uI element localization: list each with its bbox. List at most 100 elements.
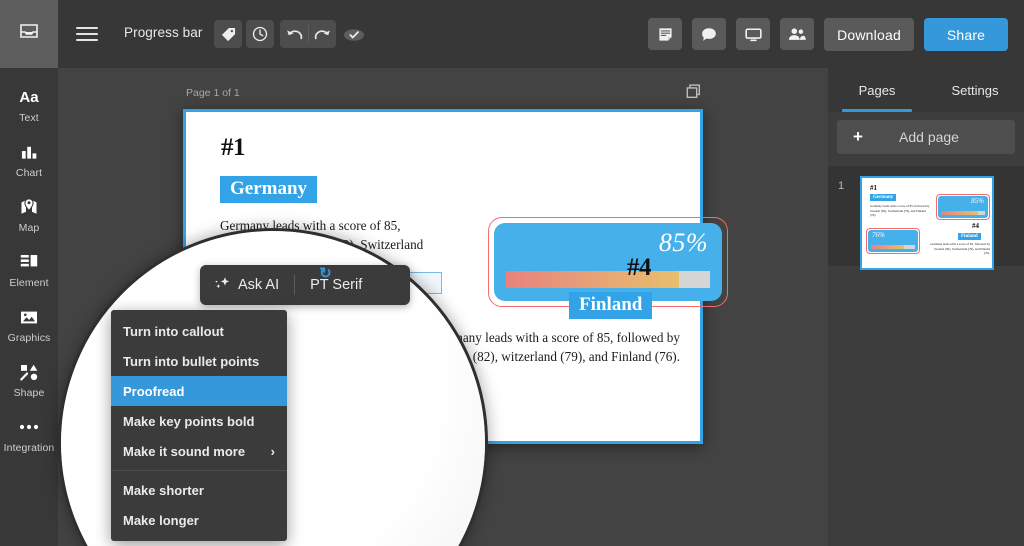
thumb-rank: #4: [972, 222, 979, 230]
collaborators-icon[interactable]: [780, 18, 814, 50]
menu-item-label: Make it sound more: [123, 443, 246, 459]
menu-item-make-longer[interactable]: Make longer: [111, 505, 287, 535]
tab-label: Pages: [858, 82, 896, 98]
left-sidebar: Aa Text Chart Map Element Graphics Shape…: [0, 68, 58, 546]
plus-icon: +: [853, 127, 863, 146]
thumb-paragraph: Germany leads with a score of 85, follow…: [870, 204, 930, 218]
ai-floating-toolbar: Ask AI ↻ PT Serif: [200, 265, 411, 305]
redo-icon[interactable]: [308, 20, 336, 48]
comment-icon[interactable]: [692, 18, 726, 50]
sidebar-item-label: Integration: [3, 441, 55, 454]
menu-item-make-it-sound-more[interactable]: Make it sound more ›: [111, 436, 287, 466]
duplicate-page-icon[interactable]: [686, 84, 701, 104]
font-family-label: PT Serif: [310, 277, 363, 293]
ask-ai-label: Ask AI: [238, 277, 280, 293]
loading-spinner-icon: ↻: [319, 265, 332, 282]
menu-item-turn-into-bullet-points[interactable]: Turn into bullet points: [111, 346, 287, 376]
sidebar-item-label: Graphics: [7, 331, 51, 344]
menu-item-label: Make longer: [123, 512, 199, 528]
thumb-progress-widget: 76%: [868, 230, 918, 252]
add-page-label: Add page: [899, 129, 959, 145]
top-toolbar: Progress bar Download Share: [0, 0, 1024, 68]
sidebar-item-shape[interactable]: Shape: [0, 353, 58, 408]
thumb-rank: #1: [870, 184, 877, 192]
tab-pages[interactable]: Pages: [828, 68, 926, 112]
ask-ai-button[interactable]: Ask AI: [214, 275, 279, 296]
sidebar-item-label: Map: [18, 221, 40, 234]
panel-body: + Add page 1 #1 Germany Germany leads wi…: [828, 112, 1024, 546]
thumb-country: Finland: [958, 233, 981, 240]
menu-item-label: Make key points bold: [123, 413, 255, 429]
download-button[interactable]: Download: [824, 18, 914, 51]
hamburger-icon[interactable]: [76, 24, 98, 44]
sidebar-item-map[interactable]: Map: [0, 188, 58, 243]
thumb-country: Germany: [870, 194, 897, 201]
page-thumbnail-row[interactable]: 1 #1 Germany Germany leads with a score …: [828, 166, 1024, 270]
sparkle-icon: [214, 275, 231, 296]
block-rank[interactable]: #4: [627, 254, 652, 282]
element-blocks-icon: [20, 253, 38, 272]
page-indicator: Page 1 of 1: [186, 87, 240, 99]
thumb-progress-track: [871, 245, 915, 249]
app-logo-button[interactable]: [0, 0, 58, 68]
sidebar-item-label: Chart: [15, 166, 43, 179]
progress-widget[interactable]: 85%: [494, 223, 722, 301]
progress-track: [506, 271, 710, 288]
sidebar-item-chart[interactable]: Chart: [0, 133, 58, 188]
undo-icon[interactable]: [280, 20, 308, 48]
app-root: Progress bar Download Share Aa Text Char…: [0, 0, 1024, 546]
panel-tabs: Pages Settings: [828, 68, 1024, 112]
shape-icon: [19, 363, 39, 382]
block-country-badge[interactable]: Germany: [220, 176, 318, 203]
block-country-badge[interactable]: Finland: [569, 292, 653, 319]
sidebar-item-label: Shape: [13, 386, 45, 399]
thumb-paragraph: Germany leads with a score of 85, follow…: [930, 242, 990, 256]
menu-item-make-shorter[interactable]: Make shorter: [111, 475, 287, 505]
add-page-button[interactable]: + Add page: [837, 120, 1015, 154]
tab-settings[interactable]: Settings: [926, 68, 1024, 112]
undo-redo-group: [280, 20, 336, 48]
inbox-icon: [20, 24, 38, 44]
progress-fill: [506, 271, 680, 288]
sidebar-item-integration[interactable]: Integration: [0, 408, 58, 463]
sidebar-item-graphics[interactable]: Graphics: [0, 298, 58, 353]
notes-icon[interactable]: [648, 18, 682, 50]
history-clock-icon[interactable]: [246, 20, 274, 48]
menu-item-label: Make shorter: [123, 482, 204, 498]
thumb-progress-track: [941, 211, 985, 215]
block-rank[interactable]: #1: [221, 134, 246, 162]
menu-item-make-key-points-bold[interactable]: Make key points bold: [111, 406, 287, 436]
menu-item-turn-into-callout[interactable]: Turn into callout: [111, 316, 287, 346]
menu-item-proofread[interactable]: Proofread: [111, 376, 287, 406]
menu-item-label: Turn into callout: [123, 323, 224, 339]
document-title[interactable]: Progress bar: [124, 25, 202, 40]
thumb-progress-fill: [941, 211, 979, 215]
sidebar-item-label: Element: [9, 276, 49, 289]
progress-percent-label: 85%: [658, 228, 708, 257]
thumb-progress-widget: 85%: [938, 196, 988, 218]
tab-label: Settings: [951, 82, 999, 98]
map-pin-icon: [20, 198, 38, 217]
ai-context-menu: Turn into callout Turn into bullet point…: [111, 310, 287, 541]
saved-cloud-check-icon[interactable]: [340, 20, 368, 48]
share-button[interactable]: Share: [924, 18, 1008, 51]
graphics-image-icon: [20, 308, 38, 327]
sidebar-item-element[interactable]: Element: [0, 243, 58, 298]
sidebar-item-label: Text: [19, 111, 39, 124]
sidebar-item-text[interactable]: Aa Text: [0, 78, 58, 133]
thumbnail-number: 1: [838, 180, 845, 192]
thumb-progress-percent: 76%: [872, 231, 885, 239]
thumb-progress-fill: [871, 245, 905, 249]
menu-item-label: Turn into bullet points: [123, 353, 260, 369]
present-icon[interactable]: [736, 18, 770, 50]
text-aa-icon: Aa: [19, 88, 39, 106]
ellipsis-icon: [19, 418, 39, 437]
tag-icon[interactable]: [214, 20, 242, 48]
right-panel: Pages Settings + Add page 1 #1 Germany G…: [828, 68, 1024, 546]
menu-divider: [111, 470, 287, 471]
chart-bars-icon: [21, 143, 38, 162]
thumb-progress-percent: 85%: [971, 197, 984, 205]
font-family-select[interactable]: ↻ PT Serif: [310, 265, 396, 293]
chevron-right-icon: ›: [270, 443, 275, 459]
page-thumbnail[interactable]: #1 Germany Germany leads with a score of…: [860, 176, 994, 270]
